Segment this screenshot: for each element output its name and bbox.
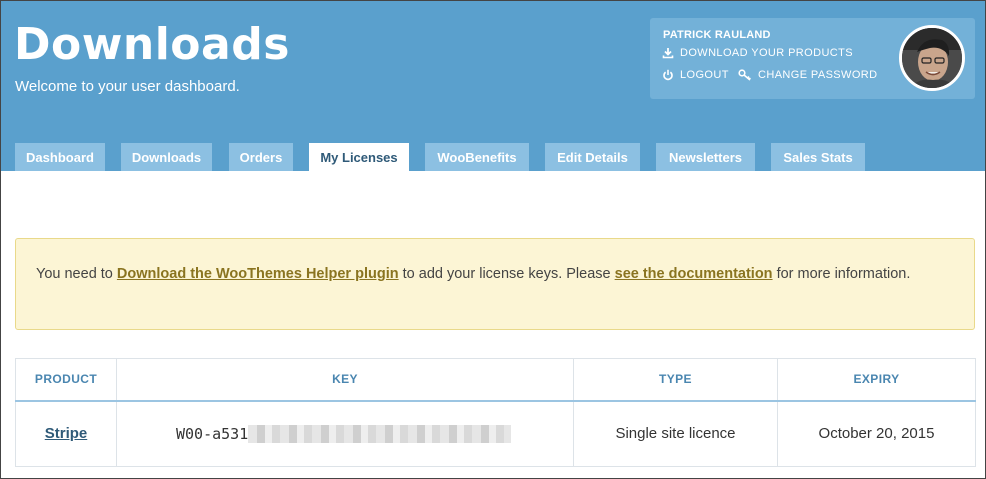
- column-header-type: TYPE: [573, 358, 778, 401]
- change-password-label: CHANGE PASSWORD: [758, 69, 878, 81]
- notice-text: to add your license keys. Please: [398, 266, 615, 282]
- documentation-link[interactable]: see the documentation: [615, 266, 773, 282]
- tab-sales-stats[interactable]: Sales Stats: [771, 143, 865, 171]
- license-notice: You need to Download the WooThemes Helpe…: [15, 238, 975, 330]
- license-key-cell[interactable]: W00-a531: [116, 400, 574, 467]
- product-link[interactable]: Stripe: [45, 425, 88, 442]
- tab-edit-details[interactable]: Edit Details: [545, 143, 640, 171]
- notice-text: for more information.: [772, 266, 911, 282]
- tab-my-licenses[interactable]: My Licenses: [309, 143, 409, 171]
- redacted-key-blur: [248, 424, 512, 443]
- column-header-product: PRODUCT: [15, 358, 117, 401]
- download-products-label: DOWNLOAD YOUR PRODUCTS: [680, 47, 853, 59]
- tab-orders[interactable]: Orders: [229, 143, 293, 171]
- avatar[interactable]: [899, 25, 965, 91]
- download-products-link[interactable]: DOWNLOAD YOUR PRODUCTS: [662, 47, 853, 59]
- page-header: Downloads Welcome to your user dashboard…: [1, 1, 985, 171]
- avatar-image: [902, 28, 962, 88]
- nav-tabs: Dashboard Downloads Orders My Licenses W…: [1, 143, 985, 171]
- table-header-row: PRODUCT KEY TYPE EXPIRY: [15, 358, 976, 401]
- key-icon: [738, 69, 751, 81]
- logout-link[interactable]: LOGOUT: [662, 69, 729, 81]
- column-header-expiry: EXPIRY: [777, 358, 976, 401]
- licenses-table: PRODUCT KEY TYPE EXPIRY Stripe W00-a531 …: [15, 358, 976, 467]
- column-header-key: KEY: [116, 358, 574, 401]
- license-expiry: October 20, 2015: [777, 400, 976, 467]
- user-name: PATRICK RAULAND: [663, 29, 771, 41]
- tab-woobenefits[interactable]: WooBenefits: [425, 143, 529, 171]
- change-password-link[interactable]: CHANGE PASSWORD: [738, 69, 877, 81]
- page-subtitle: Welcome to your user dashboard.: [15, 78, 240, 95]
- helper-plugin-link[interactable]: Download the WooThemes Helper plugin: [117, 266, 399, 282]
- license-type: Single site licence: [573, 400, 778, 467]
- tab-dashboard[interactable]: Dashboard: [15, 143, 105, 171]
- tab-newsletters[interactable]: Newsletters: [656, 143, 755, 171]
- notice-text: You need to: [36, 266, 117, 282]
- license-key: W00-a531: [176, 424, 249, 443]
- product-cell: Stripe: [15, 400, 117, 467]
- tab-downloads[interactable]: Downloads: [121, 143, 212, 171]
- power-icon: [663, 69, 673, 81]
- logout-label: LOGOUT: [680, 69, 729, 81]
- page-title: Downloads: [14, 19, 290, 70]
- download-icon: [662, 48, 674, 59]
- table-row: Stripe W00-a531 Single site licence Octo…: [15, 400, 976, 467]
